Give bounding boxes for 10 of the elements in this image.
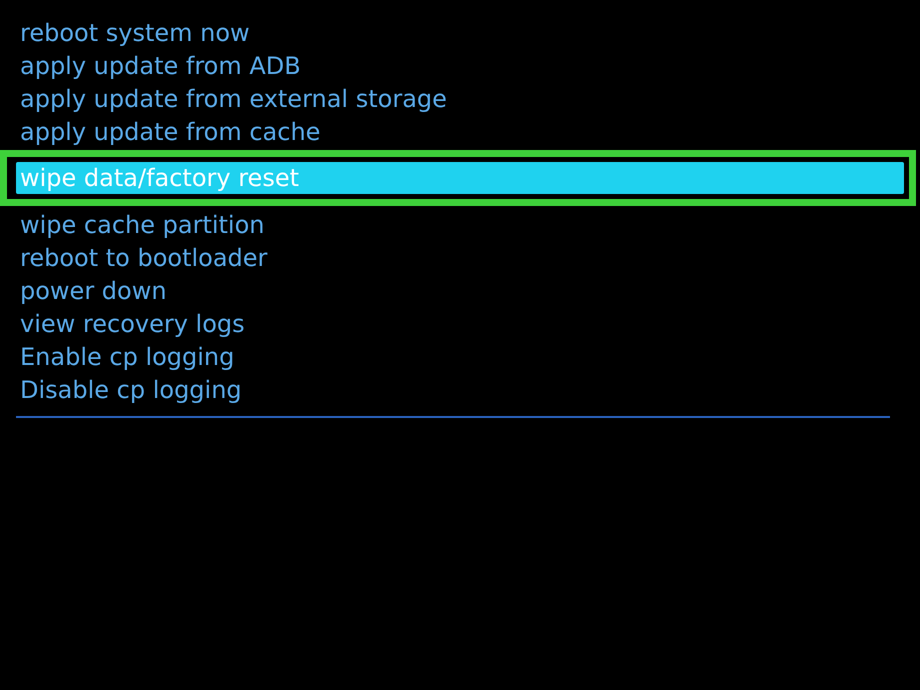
menu-item[interactable]: power down	[16, 274, 904, 307]
menu-item[interactable]: view recovery logs	[16, 307, 904, 340]
menu-item[interactable]: Disable cp logging	[16, 373, 904, 406]
menu-item[interactable]: wipe cache partition	[16, 208, 904, 241]
menu-item[interactable]: reboot to bootloader	[16, 241, 904, 274]
menu-item[interactable]: Enable cp logging	[16, 340, 904, 373]
menu-item[interactable]: apply update from cache	[16, 115, 904, 148]
menu-item[interactable]: reboot system now	[16, 16, 904, 49]
menu-item[interactable]: apply update from ADB	[16, 49, 904, 82]
menu-item[interactable]: apply update from external storage	[16, 82, 904, 115]
